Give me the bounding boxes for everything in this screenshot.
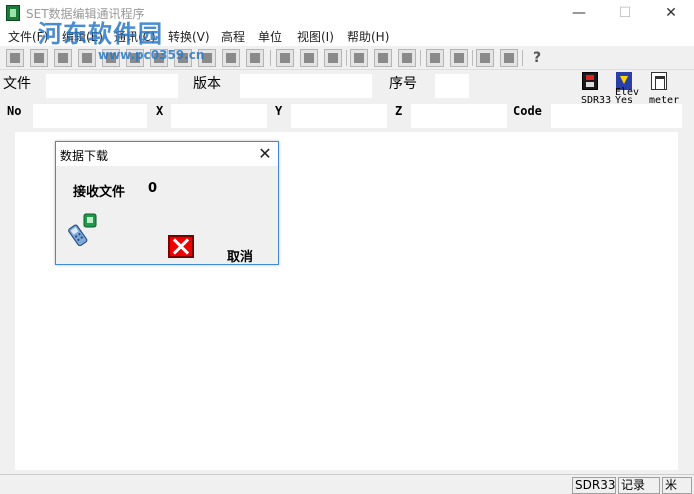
file-field[interactable] <box>46 74 178 98</box>
elevation-alt-icon[interactable] <box>450 49 468 67</box>
code-field[interactable] <box>551 104 682 128</box>
z-field[interactable] <box>411 104 507 128</box>
toolbar-separator <box>346 50 347 66</box>
no-field[interactable] <box>33 104 147 128</box>
unit-icon[interactable] <box>476 49 494 67</box>
y-label: Y <box>275 104 283 118</box>
dialog-close-button[interactable]: ✕ <box>254 143 276 165</box>
meter-icon[interactable] <box>651 72 667 90</box>
upload-icon[interactable] <box>276 49 294 67</box>
app-icon[interactable] <box>6 5 20 21</box>
no-label: No <box>7 104 22 118</box>
convert-alt-icon[interactable] <box>374 49 392 67</box>
receive-file-label: 接收文件 <box>73 185 126 200</box>
convert-tool-icon[interactable] <box>398 49 416 67</box>
minimize-button[interactable]: — <box>556 0 602 26</box>
elevation-icon[interactable] <box>426 49 444 67</box>
survey-device-icon <box>68 213 97 246</box>
menu-unit[interactable]: 单位 <box>258 28 282 45</box>
toolbar-separator <box>472 50 473 66</box>
status-format: SDR33 <box>572 477 616 494</box>
file-label: 文件 <box>3 76 31 92</box>
menu-help[interactable]: 帮助(H) <box>347 28 389 45</box>
dialog-title-bar[interactable]: 数据下载 ✕ <box>56 142 278 166</box>
cancel-button[interactable]: 取消 <box>227 246 253 265</box>
status-record: 记录 <box>618 477 660 494</box>
menu-convert[interactable]: 转换(V) <box>168 28 210 45</box>
serial-field[interactable] <box>435 74 469 98</box>
file-info-row: 文件 版本 序号 SDR33 Elev Yes meter <box>0 70 694 106</box>
maximize-button[interactable]: ☐ <box>602 0 648 26</box>
save-icon[interactable] <box>54 49 72 67</box>
menu-elevation[interactable]: 高程 <box>221 28 245 45</box>
status-unit: 米 <box>662 477 692 494</box>
watermark-url: www.pc0359.cn <box>98 48 205 62</box>
menu-view[interactable]: 视图(I) <box>297 28 334 45</box>
serial-label: 序号 <box>389 76 417 92</box>
dialog-title: 数据下载 <box>60 149 109 163</box>
receive-file-count: 0 <box>148 181 158 196</box>
toolbar-separator <box>270 50 271 66</box>
code-label: Code <box>513 104 542 118</box>
open-folder-icon[interactable] <box>30 49 48 67</box>
close-button[interactable]: ✕ <box>648 0 694 26</box>
copy-icon[interactable] <box>222 49 240 67</box>
paste-icon[interactable] <box>246 49 264 67</box>
sdr-device-icon[interactable] <box>582 72 598 90</box>
x-label: X <box>156 104 164 118</box>
y-field[interactable] <box>291 104 387 128</box>
print-preview-icon[interactable] <box>78 49 96 67</box>
unit-alt-icon[interactable] <box>500 49 518 67</box>
new-file-icon[interactable] <box>6 49 24 67</box>
download-dialog: 数据下载 ✕ 接收文件 0 取消 <box>55 141 279 265</box>
version-field[interactable] <box>240 74 372 98</box>
watermark-logo: 河东软件园 <box>38 19 163 48</box>
z-label: Z <box>395 104 403 118</box>
version-label: 版本 <box>193 76 221 92</box>
convert-icon[interactable] <box>350 49 368 67</box>
download-icon[interactable] <box>300 49 318 67</box>
toolbar-separator <box>522 50 523 66</box>
transfer-icon[interactable] <box>324 49 342 67</box>
status-bar: SDR33 记录 米 <box>0 474 694 494</box>
x-field[interactable] <box>171 104 267 128</box>
column-header-row: No X Y Z Code <box>0 100 694 130</box>
toolbar-separator <box>420 50 421 66</box>
cancel-icon[interactable] <box>168 235 194 258</box>
help-icon[interactable]: ? <box>528 49 546 67</box>
